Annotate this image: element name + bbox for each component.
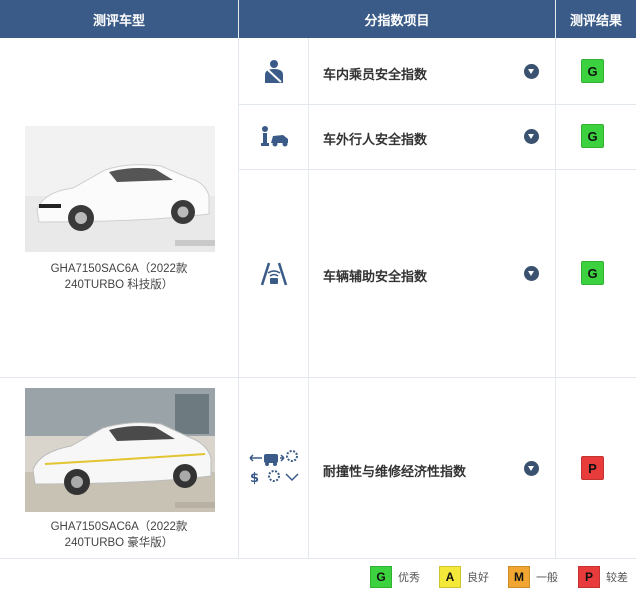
car-image-1 bbox=[25, 126, 215, 252]
legend-label: 一般 bbox=[536, 572, 558, 584]
index-label-assist: 车辆辅助安全指数 bbox=[323, 269, 428, 284]
vehicle-model: GHA7150SAC6A（2022款 bbox=[50, 263, 188, 275]
vehicle-photo bbox=[25, 126, 215, 252]
grid-line bbox=[0, 558, 636, 559]
legend-badge: A bbox=[439, 566, 461, 588]
index-label-occupant: 车内乘员安全指数 bbox=[323, 67, 428, 82]
header-vehicle: 测评车型 bbox=[0, 0, 238, 38]
grade-badge: P bbox=[581, 456, 604, 480]
svg-text:$: $ bbox=[250, 471, 259, 486]
grid-line bbox=[308, 38, 309, 558]
header-result: 测评结果 bbox=[556, 0, 636, 38]
pedestrian-car-icon bbox=[239, 105, 308, 169]
repair-cost-icon: $ bbox=[239, 378, 308, 558]
vehicle-caption: GHA7150SAC6A（2022款 240TURBO 科技版） bbox=[0, 261, 238, 293]
legend-label: 优秀 bbox=[398, 572, 420, 584]
expand-chevron-icon[interactable] bbox=[524, 266, 539, 281]
legend-badge: M bbox=[508, 566, 530, 588]
legend-item-poor: P 较差 bbox=[578, 566, 628, 588]
legend-item-acceptable: A 良好 bbox=[439, 566, 489, 588]
vehicle-photo bbox=[25, 388, 215, 512]
legend-label: 较差 bbox=[606, 572, 628, 584]
grade-badge: G bbox=[581, 124, 604, 148]
header-divider bbox=[555, 0, 556, 38]
index-label-pedestrian: 车外行人安全指数 bbox=[323, 132, 428, 147]
header-divider bbox=[238, 0, 239, 38]
grid-line bbox=[0, 377, 636, 378]
header-index: 分指数项目 bbox=[239, 0, 555, 38]
legend-item-good: G 优秀 bbox=[370, 566, 420, 588]
vehicle-trim: 240TURBO 豪华版） bbox=[64, 537, 174, 549]
legend-badge: P bbox=[578, 566, 600, 588]
car-image-2 bbox=[25, 388, 215, 512]
expand-chevron-icon[interactable] bbox=[524, 129, 539, 144]
legend-badge: G bbox=[370, 566, 392, 588]
seatbelt-passenger-icon bbox=[239, 39, 308, 104]
legend-label: 良好 bbox=[467, 572, 489, 584]
expand-chevron-icon[interactable] bbox=[524, 64, 539, 79]
vehicle-trim: 240TURBO 科技版） bbox=[64, 279, 174, 291]
vehicle-model: GHA7150SAC6A（2022款 bbox=[50, 521, 188, 533]
grid-line bbox=[555, 38, 556, 558]
grade-badge: G bbox=[581, 59, 604, 83]
driver-assist-icon bbox=[239, 170, 308, 377]
grade-badge: G bbox=[581, 261, 604, 285]
legend-item-marginal: M 一般 bbox=[508, 566, 558, 588]
vehicle-caption: GHA7150SAC6A（2022款 240TURBO 豪华版） bbox=[0, 519, 238, 551]
expand-chevron-icon[interactable] bbox=[524, 461, 539, 476]
index-label-repair: 耐撞性与维修经济性指数 bbox=[323, 464, 467, 479]
